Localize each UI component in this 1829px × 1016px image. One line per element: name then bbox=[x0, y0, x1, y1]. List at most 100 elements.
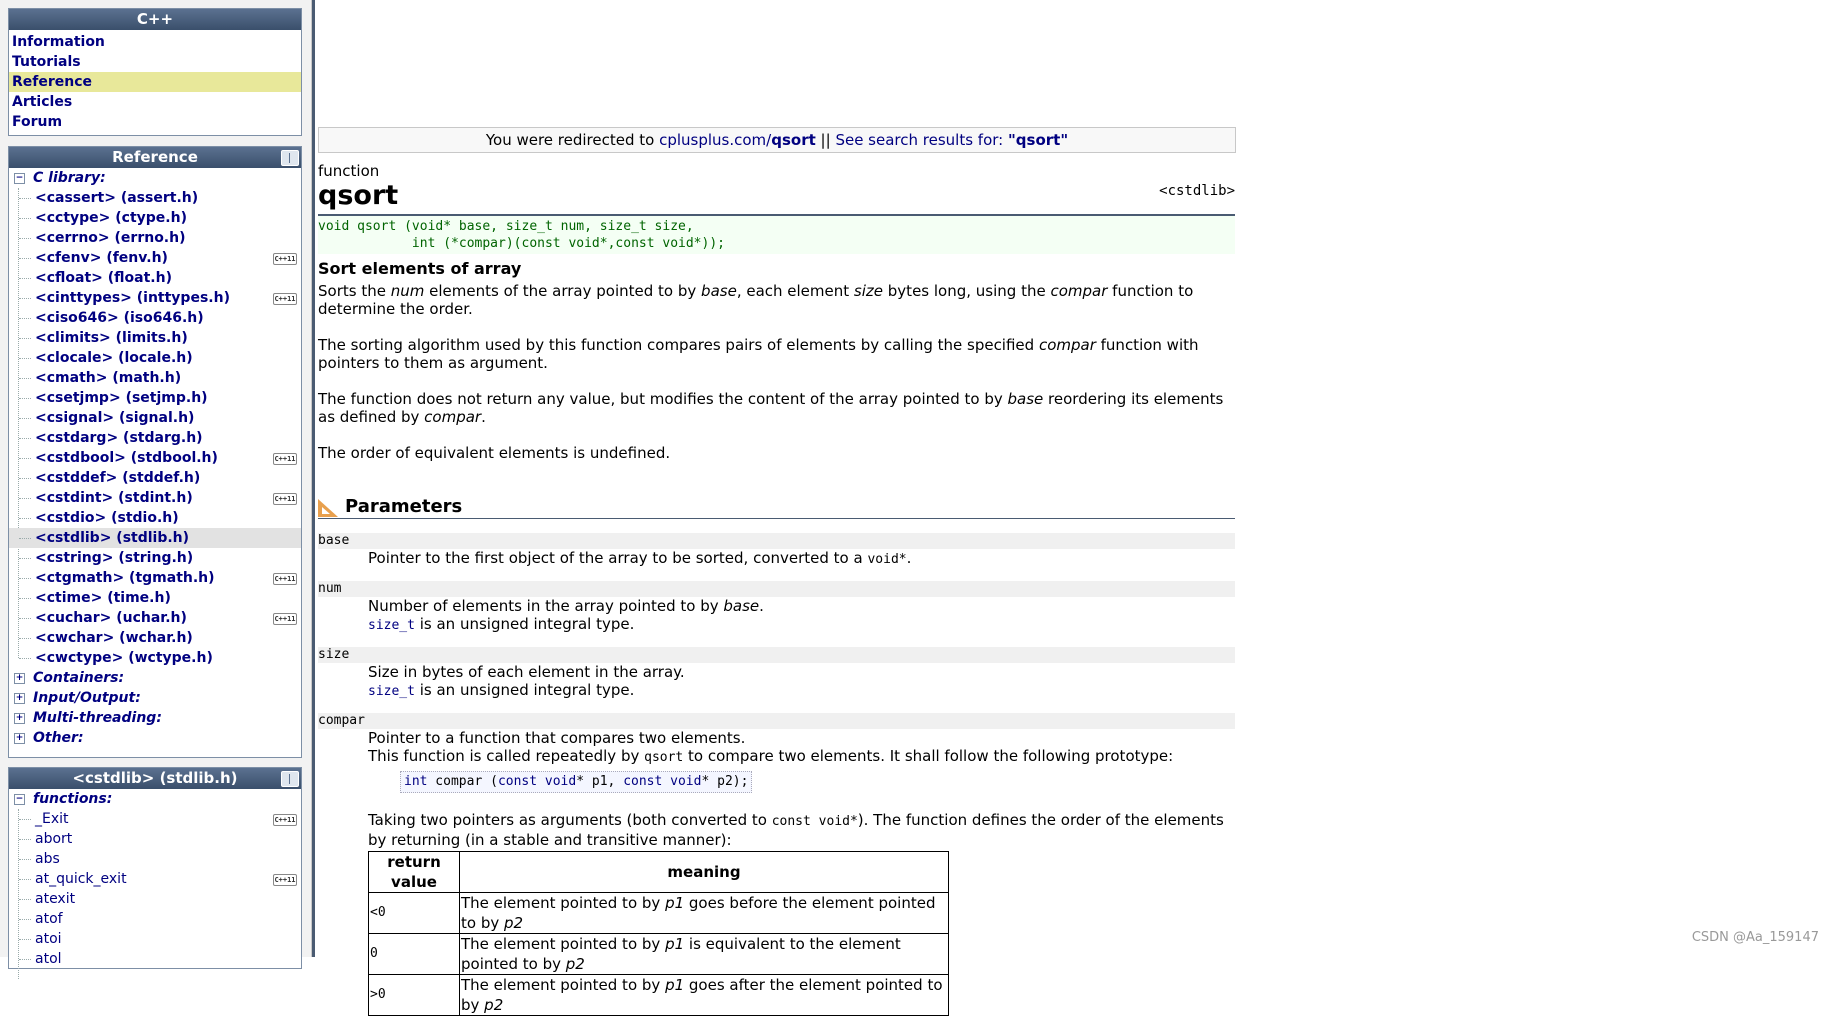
function-link[interactable]: atoi bbox=[35, 929, 62, 949]
header-link[interactable]: <cfenv> (fenv.h) bbox=[35, 248, 168, 268]
header-link[interactable]: <cstdint> (stdint.h) bbox=[35, 488, 193, 508]
tree-item-header[interactable]: <cmath> (math.h) bbox=[9, 368, 301, 388]
tree-category[interactable]: + Containers: bbox=[9, 668, 301, 688]
tree-item-header[interactable]: <ciso646> (iso646.h) bbox=[9, 308, 301, 328]
tree-category[interactable]: + Input/Output: bbox=[9, 688, 301, 708]
tree-item-function[interactable]: at_quick_exit C++11 bbox=[9, 869, 301, 889]
tree-item-function[interactable]: atof bbox=[9, 909, 301, 929]
tree-item-header[interactable]: <cinttypes> (inttypes.h) C++11 bbox=[9, 288, 301, 308]
tree-item-header[interactable]: <cstdbool> (stdbool.h) C++11 bbox=[9, 448, 301, 468]
tree-item-header[interactable]: <cassert> (assert.h) bbox=[9, 188, 301, 208]
tree-item-header[interactable]: <cstdarg> (stdarg.h) bbox=[9, 428, 301, 448]
redirect-banner: You were redirected to cplusplus.com/qso… bbox=[318, 127, 1236, 153]
header-link[interactable]: <cstdarg> (stdarg.h) bbox=[35, 428, 203, 448]
tree-item-function[interactable]: _Exit C++11 bbox=[9, 809, 301, 829]
tree-category-functions[interactable]: − functions: bbox=[9, 789, 301, 809]
header-link[interactable]: <cuchar> (uchar.h) bbox=[35, 608, 187, 628]
function-link[interactable]: abort bbox=[35, 829, 72, 849]
header-link[interactable]: <cinttypes> (inttypes.h) bbox=[35, 288, 230, 308]
header-link[interactable]: <clocale> (locale.h) bbox=[35, 348, 193, 368]
tree-item-function[interactable]: abs bbox=[9, 849, 301, 869]
function-list: _Exit C++11 abort abs at_quick_exit C++11 atex… bbox=[9, 809, 301, 979]
expand-icon[interactable]: + bbox=[14, 733, 25, 744]
header-link[interactable]: <cmath> (math.h) bbox=[35, 368, 181, 388]
tree-branch bbox=[19, 358, 31, 359]
nav-item-forum[interactable]: Forum bbox=[9, 112, 301, 132]
tree-item-header[interactable]: <ctgmath> (tgmath.h) C++11 bbox=[9, 568, 301, 588]
tree-branch bbox=[19, 919, 31, 920]
tree-item-header[interactable]: <cstddef> (stddef.h) bbox=[9, 468, 301, 488]
tree-item-header[interactable]: <cstdio> (stdio.h) bbox=[9, 508, 301, 528]
size-t-link[interactable]: size_t bbox=[368, 684, 415, 699]
expand-icon[interactable]: + bbox=[14, 673, 25, 684]
book-icon[interactable] bbox=[281, 771, 299, 787]
tree-item-header[interactable]: <csignal> (signal.h) bbox=[9, 408, 301, 428]
header-link[interactable]: <cerrno> (errno.h) bbox=[35, 228, 186, 248]
header-link[interactable]: <csignal> (signal.h) bbox=[35, 408, 194, 428]
description-paragraph-1: Sorts the num elements of the array poin… bbox=[318, 282, 1194, 318]
tree-category[interactable]: + Other: bbox=[9, 728, 301, 748]
header-link[interactable]: <cstdbool> (stdbool.h) bbox=[35, 448, 218, 468]
function-link[interactable]: atol bbox=[35, 949, 62, 969]
nav-item-tutorials[interactable]: Tutorials bbox=[9, 52, 301, 72]
description-paragraph-2: The sorting algorithm used by this funct… bbox=[318, 336, 1199, 372]
tree-item-header[interactable]: <cstdlib> (stdlib.h) bbox=[9, 528, 301, 548]
tree-item-header[interactable]: <cwctype> (wctype.h) bbox=[9, 648, 301, 668]
parameters-icon bbox=[318, 499, 338, 517]
tree-item-header[interactable]: <cwchar> (wchar.h) bbox=[9, 628, 301, 648]
header-link[interactable]: <ctime> (time.h) bbox=[35, 588, 171, 608]
book-icon[interactable] bbox=[281, 150, 299, 166]
expand-icon[interactable]: + bbox=[14, 693, 25, 704]
function-link[interactable]: atexit bbox=[35, 889, 75, 909]
tree-item-header[interactable]: <cuchar> (uchar.h) C++11 bbox=[9, 608, 301, 628]
header-link[interactable]: <cstdio> (stdio.h) bbox=[35, 508, 179, 528]
tree-item-function[interactable]: abort bbox=[9, 829, 301, 849]
search-results-link[interactable]: See search results for: "qsort" bbox=[835, 131, 1068, 149]
header-link[interactable]: <cctype> (ctype.h) bbox=[35, 208, 187, 228]
function-link[interactable]: _Exit bbox=[35, 809, 69, 829]
header-link[interactable]: <cstdlib> (stdlib.h) bbox=[35, 528, 189, 548]
tree-item-header[interactable]: <csetjmp> (setjmp.h) bbox=[9, 388, 301, 408]
collapse-icon[interactable]: − bbox=[14, 794, 25, 805]
header-link[interactable]: <ctgmath> (tgmath.h) bbox=[35, 568, 215, 588]
tree-item-header[interactable]: <ctime> (time.h) bbox=[9, 588, 301, 608]
nav-item-reference[interactable]: Reference bbox=[9, 72, 301, 92]
tree-item-header[interactable]: <climits> (limits.h) bbox=[9, 328, 301, 348]
nav-item-articles[interactable]: Articles bbox=[9, 92, 301, 112]
tree-item-function[interactable]: atol bbox=[9, 949, 301, 969]
tree-item-header[interactable]: <cerrno> (errno.h) bbox=[9, 228, 301, 248]
collapse-icon[interactable]: − bbox=[14, 173, 25, 184]
redirect-link[interactable]: cplusplus.com/qsort bbox=[659, 131, 816, 149]
tree-item-function[interactable]: atoi bbox=[9, 929, 301, 949]
tree-category[interactable]: + Multi-threading: bbox=[9, 708, 301, 728]
header-link[interactable]: <cfloat> (float.h) bbox=[35, 268, 172, 288]
tree-item-header[interactable]: <cstring> (string.h) bbox=[9, 548, 301, 568]
header-link[interactable]: <csetjmp> (setjmp.h) bbox=[35, 388, 208, 408]
header-link[interactable]: <cassert> (assert.h) bbox=[35, 188, 198, 208]
function-link[interactable]: abs bbox=[35, 849, 60, 869]
header-link[interactable]: <ciso646> (iso646.h) bbox=[35, 308, 204, 328]
param-name-num: num bbox=[318, 581, 1235, 597]
header-link[interactable]: <cstring> (string.h) bbox=[35, 548, 193, 568]
header-link[interactable]: <cstddef> (stddef.h) bbox=[35, 468, 200, 488]
function-prototype: void qsort (void* base, size_t num, size… bbox=[318, 216, 1235, 254]
tree-item-header[interactable]: <cstdint> (stdint.h) C++11 bbox=[9, 488, 301, 508]
tree-item-header[interactable]: <clocale> (locale.h) bbox=[9, 348, 301, 368]
function-link[interactable]: atof bbox=[35, 909, 63, 929]
cpp-nav-title: C++ bbox=[9, 9, 301, 30]
header-link[interactable]: <climits> (limits.h) bbox=[35, 328, 188, 348]
cpp11-badge-icon: C++11 bbox=[273, 493, 297, 505]
tree-branch bbox=[19, 398, 31, 399]
tree-item-header[interactable]: <cctype> (ctype.h) bbox=[9, 208, 301, 228]
expand-icon[interactable]: + bbox=[14, 713, 25, 724]
header-link[interactable]: <cwctype> (wctype.h) bbox=[35, 648, 213, 668]
tree-category-c-library[interactable]: − C library: bbox=[9, 168, 301, 188]
header-link[interactable]: <cwchar> (wchar.h) bbox=[35, 628, 193, 648]
size-t-link[interactable]: size_t bbox=[368, 618, 415, 633]
tree-item-header[interactable]: <cfloat> (float.h) bbox=[9, 268, 301, 288]
tree-item-function[interactable]: atexit bbox=[9, 889, 301, 909]
function-link[interactable]: at_quick_exit bbox=[35, 869, 127, 889]
category-label: C library: bbox=[33, 170, 106, 186]
tree-item-header[interactable]: <cfenv> (fenv.h) C++11 bbox=[9, 248, 301, 268]
nav-item-information[interactable]: Information bbox=[9, 32, 301, 52]
